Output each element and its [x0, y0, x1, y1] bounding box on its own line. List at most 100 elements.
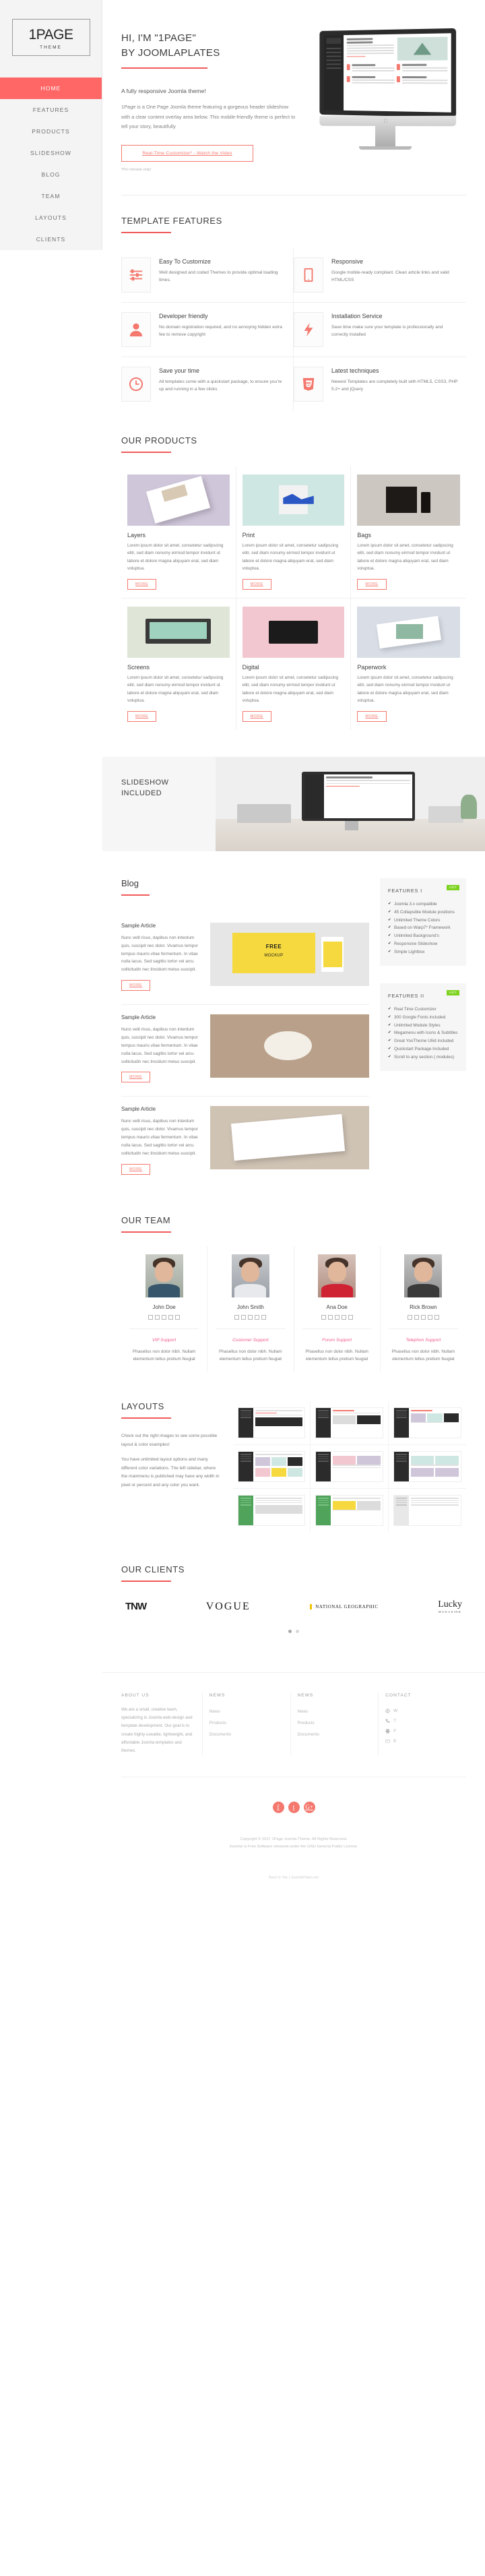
sidebar-item-clients[interactable]: CLIENTS — [0, 228, 102, 250]
twitter-icon[interactable]: t — [288, 1801, 300, 1813]
linkedin-icon[interactable] — [248, 1314, 253, 1320]
client-logo-vogue[interactable]: VOGUE — [206, 1601, 251, 1613]
footer-link-documents[interactable]: Documents — [209, 1729, 284, 1740]
feature-title: Latest techniques — [331, 367, 379, 374]
site-logo[interactable]: 1PAGE THEME — [11, 19, 90, 56]
facebook-icon[interactable]: f — [272, 1801, 284, 1813]
google-plus-icon[interactable] — [255, 1314, 260, 1320]
feature-text: Developer friendly No domain registratio… — [159, 312, 284, 347]
layout-thumb-item[interactable] — [388, 1445, 466, 1490]
product-card[interactable]: Screens Lorem ipsum dolor sit amet, cons… — [121, 598, 236, 730]
layout-thumb-item[interactable] — [233, 1445, 311, 1490]
main-content: HI, I'M "1PAGE" BY JOOMLAPLATES A fully … — [102, 0, 485, 1894]
sidebar-item-layouts[interactable]: LAYOUTS — [0, 207, 102, 228]
facebook-icon[interactable] — [241, 1314, 247, 1320]
hero-title: HI, I'M "1PAGE" BY JOOMLAPLATES — [121, 31, 296, 61]
carousel-dot-2[interactable] — [296, 1630, 299, 1634]
layout-thumb-item[interactable] — [311, 1489, 389, 1533]
footer-link-news[interactable]: News — [209, 1706, 284, 1717]
panel-list-item: Simple Lightbox — [388, 948, 458, 956]
html5-icon — [301, 377, 316, 392]
blog-articles-column: Blog Sample Article Nunc velit risus, da… — [121, 878, 369, 1188]
blog-underline — [121, 894, 150, 896]
google-plus-icon[interactable]: G+ — [303, 1801, 315, 1813]
sidebar-item-team[interactable]: TEAM — [0, 185, 102, 207]
footer-link-news[interactable]: News — [298, 1706, 372, 1717]
client-logo-tnw[interactable]: TNW — [125, 1601, 147, 1612]
globe-icon — [385, 1709, 391, 1714]
facebook-icon[interactable] — [414, 1314, 419, 1320]
footer-link-products[interactable]: Products — [209, 1717, 284, 1729]
contact-phone-text: T — [393, 1719, 397, 1724]
sliders-icon — [129, 268, 143, 282]
facebook-icon[interactable] — [327, 1314, 333, 1320]
sidebar-item-home[interactable]: HOME — [0, 78, 102, 99]
footer-link-documents[interactable]: Documents — [298, 1729, 372, 1740]
linkedin-icon[interactable] — [162, 1314, 167, 1320]
rss-icon[interactable] — [261, 1314, 267, 1320]
sidebar-item-features[interactable]: FEATURES — [0, 99, 102, 121]
sidebar-item-slideshow[interactable]: SLIDESHOW — [0, 142, 102, 164]
back-to-top-link[interactable]: Back to Top | JoomlaPlates.net — [269, 1876, 319, 1880]
panel-list-item: Responsive Slideshow — [388, 940, 458, 948]
product-card[interactable]: Print Lorem ipsum dolor sit amet, conset… — [236, 466, 352, 599]
nav-item: CLIENTS — [0, 228, 102, 250]
twitter-icon[interactable] — [407, 1314, 412, 1320]
product-more-button[interactable]: MORE — [127, 578, 157, 590]
layout-preview — [238, 1451, 306, 1483]
panel-list: Real Time Customizer 300 Google Fonts in… — [388, 1006, 458, 1062]
google-plus-icon[interactable] — [168, 1314, 174, 1320]
feature-card: Latest techniques Newest Templates are c… — [294, 357, 466, 411]
sidebar-item-products[interactable]: PRODUCTS — [0, 121, 102, 142]
team-section: OUR TEAM John Doe VIP Support Phasellus … — [102, 1188, 485, 1372]
product-card[interactable]: Layers Lorem ipsum dolor sit amet, conse… — [121, 466, 236, 599]
google-plus-icon[interactable] — [341, 1314, 346, 1320]
features-underline — [121, 231, 171, 233]
rss-icon[interactable] — [175, 1314, 181, 1320]
twitter-icon[interactable] — [234, 1314, 240, 1320]
layout-thumb-item[interactable] — [233, 1401, 311, 1446]
article-more-button[interactable]: MORE — [121, 1072, 151, 1083]
panel-list-item: Based on Warp7* Framework — [388, 924, 458, 932]
clients-logo-row: TNW VOGUE NATIONAL GEOGRAPHIC Lucky MAGA… — [121, 1599, 466, 1614]
product-more-button[interactable]: MORE — [242, 710, 271, 722]
product-desc: Lorem ipsum dolor sit amet, consetetur s… — [357, 675, 453, 704]
footer: ABOUT US We are a small, creative team, … — [102, 1672, 485, 1755]
product-more-button[interactable]: MORE — [357, 710, 387, 722]
hero-text-column: HI, I'M "1PAGE" BY JOOMLAPLATES A fully … — [121, 23, 296, 172]
feature-desc: No domain registration required, and no … — [159, 324, 282, 338]
layouts-gallery — [233, 1401, 466, 1533]
watch-video-button[interactable]: Real-Time Customizer* - Watch the Video — [121, 144, 253, 162]
product-card[interactable]: Paperwork Lorem ipsum dolor sit amet, co… — [351, 599, 466, 730]
layout-thumb-item[interactable] — [388, 1401, 466, 1446]
sidebar-item-blog[interactable]: BLOG — [0, 164, 102, 185]
member-desc: Phasellus non dolor nibh. Nullam element… — [219, 1349, 282, 1362]
carousel-dot-1[interactable] — [288, 1630, 292, 1634]
member-desc: Phasellus non dolor nibh. Nullam element… — [305, 1349, 368, 1362]
article-more-button[interactable]: MORE — [121, 980, 151, 991]
rss-icon[interactable] — [348, 1314, 353, 1320]
footer-link-products[interactable]: Products — [298, 1717, 372, 1729]
article-more-button[interactable]: MORE — [121, 1163, 151, 1175]
products-section: OUR PRODUCTS Layers Lorem ipsum dolor si… — [102, 411, 485, 730]
facebook-icon[interactable] — [155, 1314, 160, 1320]
twitter-icon[interactable] — [321, 1314, 326, 1320]
product-more-button[interactable]: MORE — [127, 710, 157, 722]
product-desc: Lorem ipsum dolor sit amet, consetetur s… — [357, 543, 453, 572]
linkedin-icon[interactable] — [334, 1314, 340, 1320]
layout-thumb-item[interactable] — [311, 1401, 389, 1446]
layout-thumb-item[interactable] — [389, 1489, 466, 1532]
product-more-button[interactable]: MORE — [357, 578, 387, 590]
layout-thumb-item[interactable] — [311, 1445, 389, 1490]
google-plus-icon[interactable] — [427, 1314, 432, 1320]
product-more-button[interactable]: MORE — [242, 578, 271, 590]
linkedin-icon[interactable] — [420, 1314, 426, 1320]
client-logo-lucky[interactable]: Lucky MAGAZINE — [438, 1599, 462, 1614]
twitter-icon[interactable] — [148, 1314, 154, 1320]
product-card[interactable]: Bags Lorem ipsum dolor sit amet, consete… — [351, 466, 466, 599]
rss-icon[interactable] — [434, 1314, 439, 1320]
client-logo-national-geographic[interactable]: NATIONAL GEOGRAPHIC — [310, 1603, 378, 1609]
layout-thumb-item[interactable] — [233, 1489, 311, 1533]
footer-link-item: Documents — [209, 1729, 284, 1740]
product-card[interactable]: Digital Lorem ipsum dolor sit amet, cons… — [236, 598, 352, 730]
